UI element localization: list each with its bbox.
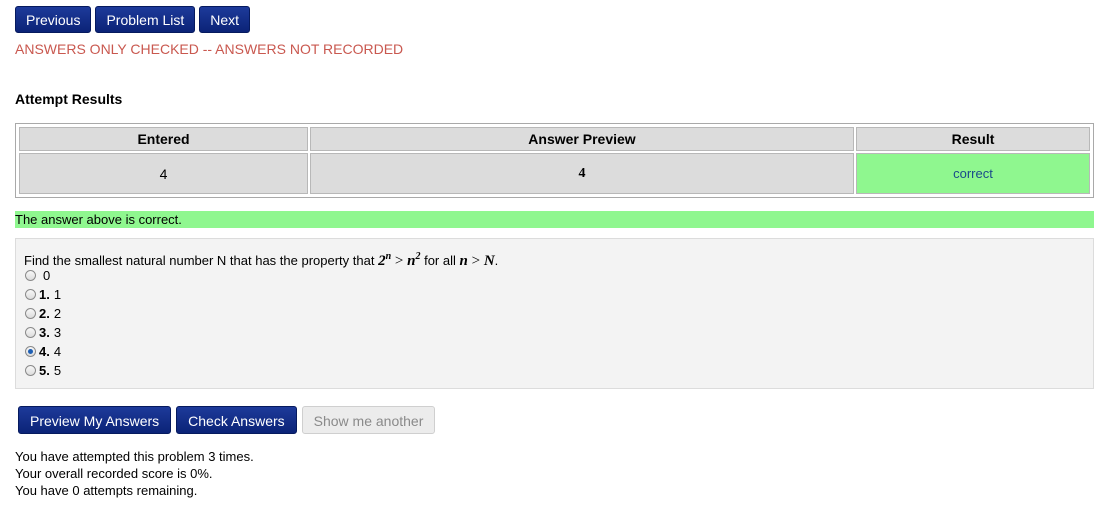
choice-number: 5. bbox=[39, 363, 50, 378]
entered-cell: 4 bbox=[19, 153, 308, 194]
choice-label: 0 bbox=[43, 268, 51, 283]
correct-banner: The answer above is correct. bbox=[15, 211, 1094, 228]
choice-number: 3. bbox=[39, 325, 50, 340]
radio-button[interactable] bbox=[25, 270, 36, 281]
choice-option[interactable]: 5. 5 bbox=[24, 361, 1085, 380]
choice-option[interactable]: 3. 3 bbox=[24, 323, 1085, 342]
choice-number: 1. bbox=[39, 287, 50, 302]
attempt-results-title: Attempt Results bbox=[15, 91, 123, 107]
header-result: Result bbox=[856, 127, 1090, 151]
attempt-results-table: Entered Answer Preview Result 4 4 correc… bbox=[15, 123, 1094, 198]
choice-option[interactable]: 4. 4 bbox=[24, 342, 1085, 361]
choice-option[interactable]: 1. 1 bbox=[24, 285, 1085, 304]
problem-navigation: Previous Problem List Next bbox=[15, 6, 251, 33]
radio-button[interactable] bbox=[25, 365, 36, 376]
problem-list-button[interactable]: Problem List bbox=[95, 6, 196, 33]
preview-my-answers-button[interactable]: Preview My Answers bbox=[18, 406, 172, 434]
check-answers-button[interactable]: Check Answers bbox=[176, 406, 297, 434]
choice-label: 1 bbox=[53, 287, 62, 302]
radio-button[interactable] bbox=[25, 308, 36, 319]
results-header-row: Entered Answer Preview Result bbox=[19, 127, 1090, 151]
attempts-remaining-text: You have 0 attempts remaining. bbox=[15, 483, 198, 498]
choice-label: 3 bbox=[53, 325, 62, 340]
choice-number: 4. bbox=[39, 344, 50, 359]
result-cell: correct bbox=[856, 153, 1090, 194]
choice-number: 2. bbox=[39, 306, 50, 321]
answer-preview-cell: 4 bbox=[310, 153, 854, 194]
radio-button-selected[interactable] bbox=[25, 346, 36, 357]
show-me-another-button: Show me another bbox=[301, 406, 436, 434]
inequality-math: 2n > n2 bbox=[378, 251, 421, 269]
answers-not-recorded-warning: ANSWERS ONLY CHECKED -- ANSWERS NOT RECO… bbox=[15, 41, 404, 57]
radio-button[interactable] bbox=[25, 289, 36, 300]
condition-math: n > N bbox=[459, 253, 495, 269]
choice-option[interactable]: 2. 2 bbox=[24, 304, 1085, 323]
problem-statement: Find the smallest natural number N that … bbox=[24, 251, 499, 269]
choice-label: 2 bbox=[53, 306, 62, 321]
choice-label: 5 bbox=[53, 363, 62, 378]
next-button[interactable]: Next bbox=[199, 6, 251, 33]
prompt-text: Find the smallest natural number N that … bbox=[24, 253, 375, 268]
choice-label: 4 bbox=[53, 344, 62, 359]
prompt-middle-text: for all bbox=[424, 253, 456, 268]
header-answer-preview: Answer Preview bbox=[310, 127, 854, 151]
results-row: 4 4 correct bbox=[19, 153, 1090, 194]
previous-button[interactable]: Previous bbox=[15, 6, 92, 33]
recorded-score-text: Your overall recorded score is 0%. bbox=[15, 466, 213, 481]
header-entered: Entered bbox=[19, 127, 308, 151]
answer-actions: Preview My Answers Check Answers Show me… bbox=[18, 406, 436, 434]
attempt-status: You have attempted this problem 3 times.… bbox=[15, 448, 254, 499]
radio-button[interactable] bbox=[25, 327, 36, 338]
choice-option[interactable]: 0 bbox=[24, 266, 1085, 285]
problem-box: Find the smallest natural number N that … bbox=[15, 238, 1094, 389]
attempts-count-text: You have attempted this problem 3 times. bbox=[15, 449, 254, 464]
